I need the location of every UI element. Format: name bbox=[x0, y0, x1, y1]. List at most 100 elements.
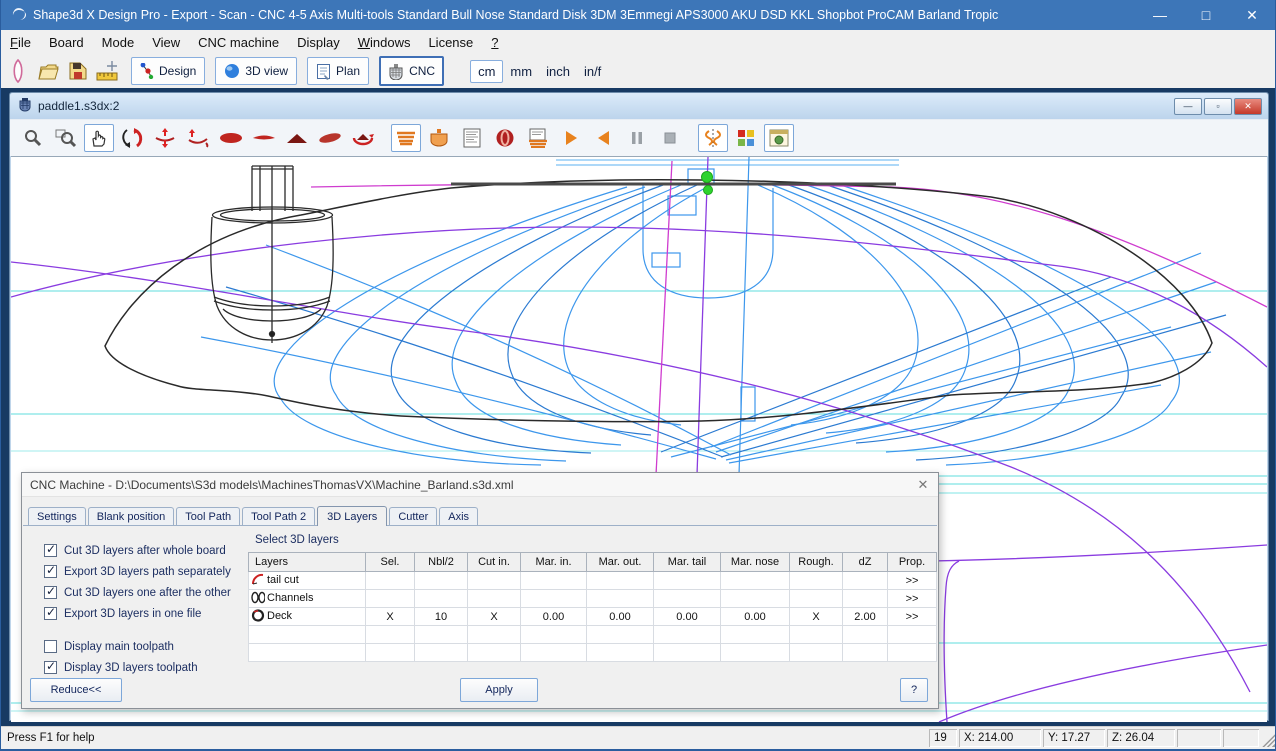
dialog-titlebar[interactable]: CNC Machine - D:\Documents\S3d models\Ma… bbox=[22, 473, 938, 497]
col-rough[interactable]: Rough. bbox=[790, 553, 843, 572]
col-cut-in[interactable]: Cut in. bbox=[468, 553, 521, 572]
stop-icon[interactable] bbox=[655, 124, 685, 152]
col-sel[interactable]: Sel. bbox=[366, 553, 415, 572]
rocker-arrows-icon[interactable] bbox=[150, 124, 180, 152]
checkbox[interactable] bbox=[44, 565, 57, 578]
maximize-button[interactable]: □ bbox=[1183, 0, 1229, 30]
rotate-3d-icon[interactable] bbox=[117, 124, 147, 152]
option-cut-after-whole-board[interactable]: Cut 3D layers after whole board bbox=[44, 540, 231, 561]
doc-close-button[interactable]: ✕ bbox=[1234, 98, 1262, 115]
col-dz[interactable]: dZ bbox=[843, 553, 888, 572]
table-row: tail cut >> bbox=[249, 572, 937, 590]
checkbox[interactable] bbox=[44, 586, 57, 599]
status-z-coordinate: Z: 26.04 bbox=[1107, 729, 1175, 747]
tool-head-icon[interactable] bbox=[424, 124, 454, 152]
col-prop[interactable]: Prop. bbox=[888, 553, 937, 572]
checkbox[interactable] bbox=[44, 607, 57, 620]
save-icon[interactable] bbox=[65, 58, 91, 84]
menu-help[interactable]: ? bbox=[482, 32, 507, 53]
dialog-title: CNC Machine - D:\Documents\S3d models\Ma… bbox=[22, 478, 908, 492]
apply-button[interactable]: Apply bbox=[460, 678, 538, 702]
col-nbl2[interactable]: Nbl/2 bbox=[415, 553, 468, 572]
pan-icon[interactable] bbox=[84, 124, 114, 152]
tab-3d-layers[interactable]: 3D Layers bbox=[317, 506, 387, 526]
unit-cm[interactable]: cm bbox=[470, 60, 503, 83]
cnc-view-button[interactable]: CNC bbox=[379, 56, 444, 86]
zoom-icon[interactable] bbox=[18, 124, 48, 152]
resize-grip[interactable] bbox=[1261, 729, 1275, 747]
prop-button[interactable]: >> bbox=[888, 590, 937, 608]
open-file-icon[interactable] bbox=[35, 58, 61, 84]
doc-minimize-button[interactable]: — bbox=[1174, 98, 1202, 115]
tab-cutter[interactable]: Cutter bbox=[389, 507, 437, 525]
window-title: Shape3d X Design Pro - Export - Scan - C… bbox=[33, 8, 1137, 22]
option-display-3d-layers-toolpath[interactable]: Display 3D layers toolpath bbox=[44, 657, 231, 678]
plan-view-button[interactable]: Plan bbox=[307, 57, 369, 85]
tab-tool-path[interactable]: Tool Path bbox=[176, 507, 240, 525]
option-export-one-file[interactable]: Export 3D layers in one file bbox=[44, 603, 231, 624]
menu-display[interactable]: Display bbox=[288, 32, 349, 53]
thickness-icon[interactable] bbox=[249, 124, 279, 152]
flip-arrows-icon[interactable] bbox=[183, 124, 213, 152]
prop-button[interactable]: >> bbox=[888, 608, 937, 626]
dialog-close-icon[interactable]: ✕ bbox=[908, 477, 938, 493]
doc-restore-button[interactable]: ▫ bbox=[1204, 98, 1232, 115]
close-button[interactable]: ✕ bbox=[1229, 0, 1275, 30]
tab-axis[interactable]: Axis bbox=[439, 507, 478, 525]
symmetry-icon[interactable] bbox=[698, 124, 728, 152]
menu-file[interactable]: File bbox=[1, 32, 40, 53]
table-row: Channels >> bbox=[249, 590, 937, 608]
dialog-tabs: Settings Blank position Tool Path Tool P… bbox=[22, 497, 938, 525]
minimize-button[interactable]: — bbox=[1137, 0, 1183, 30]
unit-mm[interactable]: mm bbox=[503, 60, 539, 83]
col-mar-in[interactable]: Mar. in. bbox=[521, 553, 587, 572]
export-window-icon[interactable] bbox=[764, 124, 794, 152]
gcode-file-icon[interactable] bbox=[457, 124, 487, 152]
app-titlebar: Shape3d X Design Pro - Export - Scan - C… bbox=[1, 0, 1275, 30]
colors-icon[interactable] bbox=[731, 124, 761, 152]
menu-license[interactable]: License bbox=[419, 32, 482, 53]
menu-mode[interactable]: Mode bbox=[93, 32, 144, 53]
design-view-button[interactable]: Design bbox=[131, 57, 205, 85]
option-export-separately[interactable]: Export 3D layers path separately bbox=[44, 561, 231, 582]
pause-icon[interactable] bbox=[622, 124, 652, 152]
measure-icon[interactable] bbox=[95, 58, 121, 84]
prop-button[interactable]: >> bbox=[888, 572, 937, 590]
3d-view-button[interactable]: 3D view bbox=[215, 57, 297, 85]
reduce-button[interactable]: Reduce<< bbox=[30, 678, 122, 702]
deck-icon[interactable] bbox=[282, 124, 312, 152]
menu-windows[interactable]: Windows bbox=[349, 32, 420, 53]
play-forward-icon[interactable] bbox=[556, 124, 586, 152]
menu-cnc-machine[interactable]: CNC machine bbox=[189, 32, 288, 53]
document-titlebar[interactable]: paddle1.s3dx:2 — ▫ ✕ bbox=[10, 93, 1268, 119]
option-cut-one-after-other[interactable]: Cut 3D layers one after the other bbox=[44, 582, 231, 603]
tab-blank-position[interactable]: Blank position bbox=[88, 507, 175, 525]
tab-tool-path-2[interactable]: Tool Path 2 bbox=[242, 507, 315, 525]
status-count: 19 bbox=[929, 729, 957, 747]
rotate-board-icon[interactable] bbox=[348, 124, 378, 152]
select-3d-layers-label: Select 3D layers bbox=[255, 534, 339, 546]
col-mar-out[interactable]: Mar. out. bbox=[587, 553, 654, 572]
board-icon[interactable] bbox=[5, 58, 31, 84]
3d-layers-icon[interactable] bbox=[391, 124, 421, 152]
checkbox[interactable] bbox=[44, 640, 57, 653]
menu-board[interactable]: Board bbox=[40, 32, 93, 53]
col-mar-nose[interactable]: Mar. nose bbox=[721, 553, 790, 572]
checkbox[interactable] bbox=[44, 661, 57, 674]
unit-inch[interactable]: inch bbox=[539, 60, 577, 83]
option-display-main-toolpath[interactable]: Display main toolpath bbox=[44, 636, 231, 657]
tool-diameter-icon[interactable] bbox=[490, 124, 520, 152]
tab-settings[interactable]: Settings bbox=[28, 507, 86, 525]
unit-inf[interactable]: in/f bbox=[577, 60, 608, 83]
layers-file-icon[interactable] bbox=[523, 124, 553, 152]
app-logo-icon bbox=[10, 6, 26, 25]
dialog-help-button[interactable]: ? bbox=[900, 678, 928, 702]
col-layers[interactable]: Layers bbox=[249, 553, 366, 572]
menu-view[interactable]: View bbox=[143, 32, 189, 53]
outline-icon[interactable] bbox=[216, 124, 246, 152]
checkbox[interactable] bbox=[44, 544, 57, 557]
board-3d-icon[interactable] bbox=[315, 124, 345, 152]
col-mar-tail[interactable]: Mar. tail bbox=[654, 553, 721, 572]
zoom-region-icon[interactable] bbox=[51, 124, 81, 152]
play-backward-icon[interactable] bbox=[589, 124, 619, 152]
